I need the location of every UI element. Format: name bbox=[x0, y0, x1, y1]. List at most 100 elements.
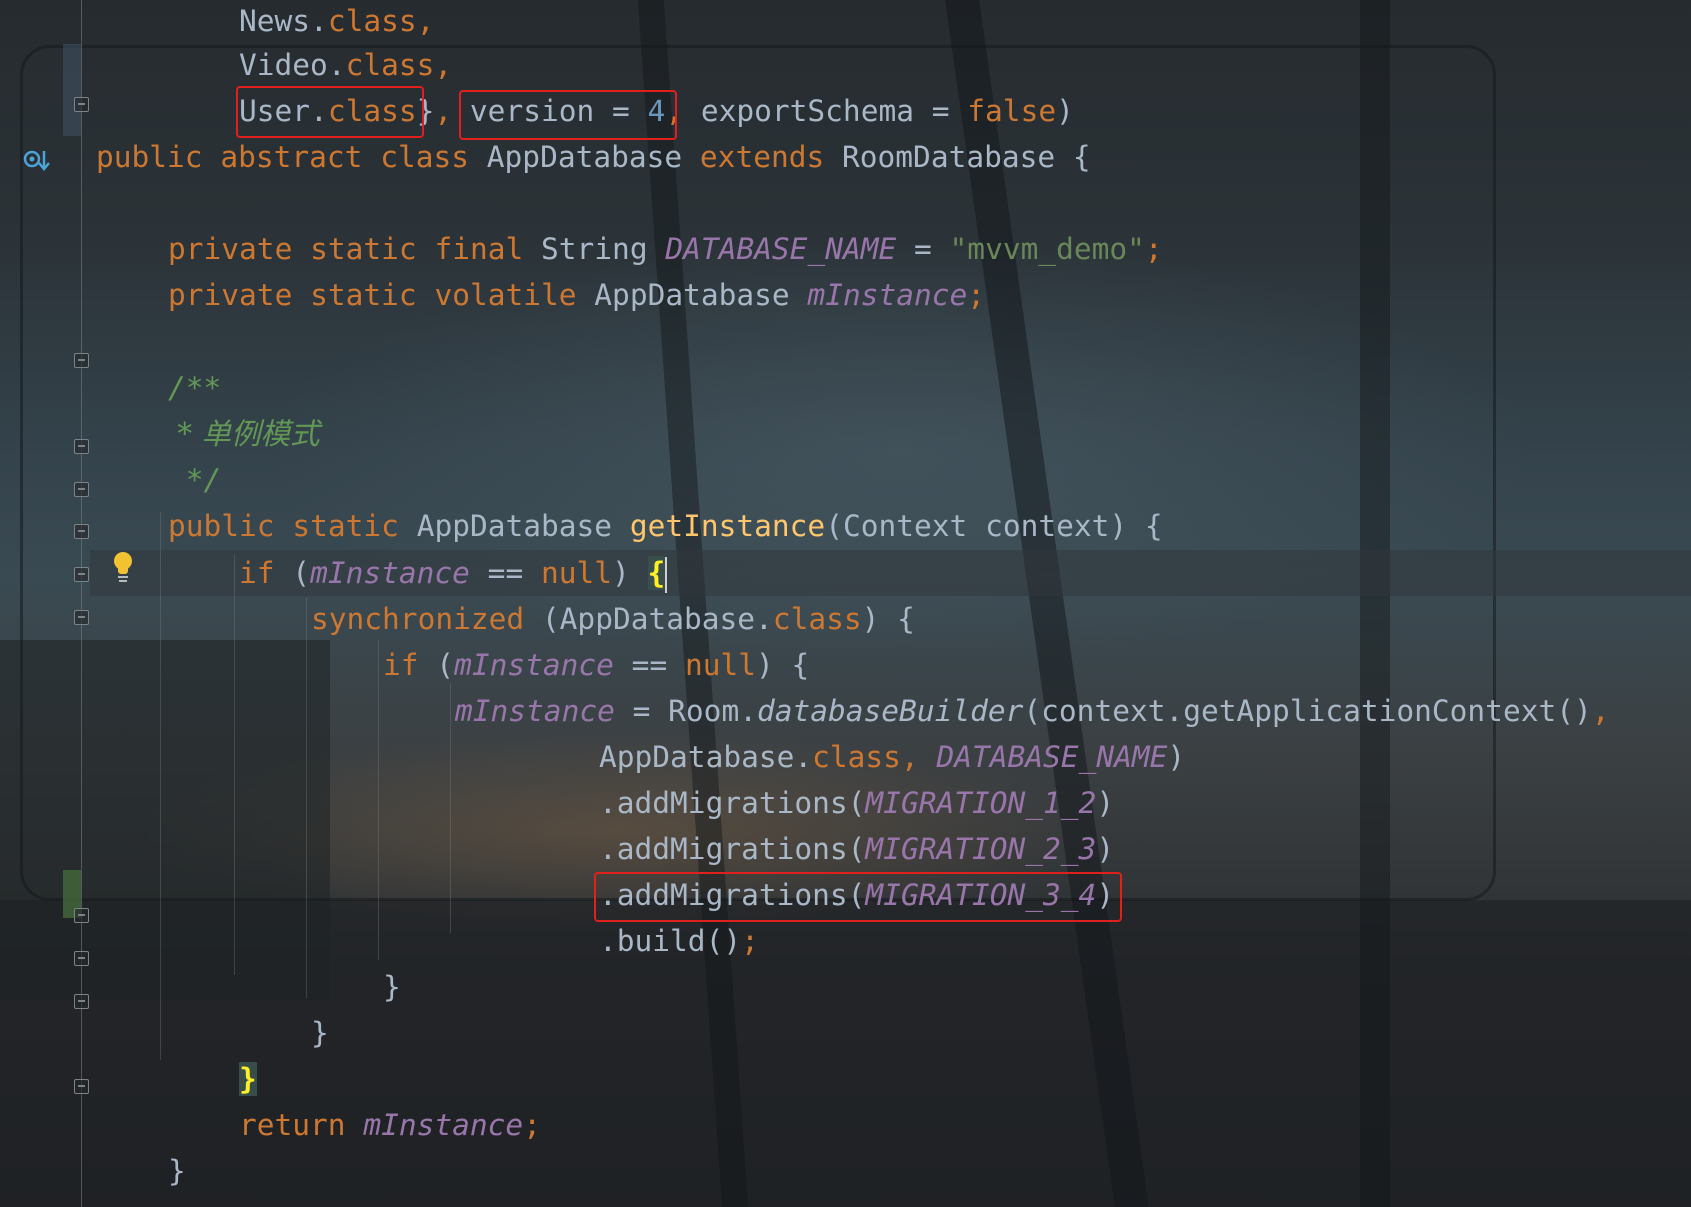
code-line[interactable]: if (mInstance == null) { bbox=[383, 642, 809, 688]
doc-comment-line[interactable]: */ bbox=[168, 457, 222, 503]
keyword: false bbox=[967, 94, 1057, 128]
annotation-box-version bbox=[459, 90, 677, 140]
class-ref: Room bbox=[668, 694, 740, 728]
method-call: getApplicationContext bbox=[1183, 694, 1557, 728]
type-ref: String bbox=[541, 232, 648, 266]
fold-marker-icon[interactable] bbox=[74, 97, 89, 112]
constant-field: DATABASE_NAME bbox=[665, 232, 897, 266]
annotation-box-migration-3-4 bbox=[594, 872, 1122, 922]
code-line[interactable]: .addMigrations(MIGRATION_2_3) bbox=[599, 826, 1114, 872]
indent-guide bbox=[160, 512, 161, 1060]
code-line[interactable]: private static final String DATABASE_NAM… bbox=[168, 226, 1163, 272]
type-ref: Context bbox=[842, 509, 968, 543]
fold-marker-icon[interactable] bbox=[74, 353, 89, 368]
parameter: context bbox=[985, 509, 1110, 543]
code-line-current[interactable]: if (mInstance == null) { bbox=[239, 550, 668, 596]
keyword: if bbox=[239, 556, 275, 590]
code-line[interactable]: return mInstance; bbox=[239, 1102, 541, 1148]
keyword: static bbox=[310, 232, 417, 266]
wallpaper-window-bar bbox=[1360, 0, 1390, 1207]
lightbulb-intention-icon[interactable] bbox=[112, 552, 134, 584]
class-ref: AppDatabase bbox=[559, 602, 756, 636]
keyword: null bbox=[684, 648, 757, 682]
code-line[interactable]: synchronized (AppDatabase.class) { bbox=[311, 596, 915, 642]
annotation-box-user-class bbox=[236, 86, 424, 138]
keyword: class bbox=[772, 602, 862, 636]
keyword: static bbox=[292, 509, 399, 543]
keyword: class bbox=[380, 140, 470, 174]
keyword: null bbox=[540, 556, 613, 590]
fold-marker-icon[interactable] bbox=[74, 439, 89, 454]
class-ref: News bbox=[239, 4, 311, 38]
indent-guide bbox=[306, 598, 307, 998]
code-line[interactable]: private static volatile AppDatabase mIns… bbox=[168, 272, 985, 318]
keyword: return bbox=[239, 1108, 346, 1142]
fold-marker-icon[interactable] bbox=[74, 482, 89, 497]
code-line[interactable]: AppDatabase.class, DATABASE_NAME) bbox=[599, 734, 1185, 780]
type-ref: AppDatabase bbox=[594, 278, 790, 312]
keyword: class bbox=[345, 48, 435, 82]
code-line[interactable]: Video.class, bbox=[239, 42, 452, 88]
doc-comment-line[interactable]: /** bbox=[168, 365, 221, 411]
method-name: getInstance bbox=[629, 509, 826, 543]
indent-guide bbox=[450, 683, 451, 933]
indent-guide bbox=[378, 640, 379, 960]
class-ref: Video bbox=[239, 48, 328, 82]
code-line[interactable]: .addMigrations(MIGRATION_1_2) bbox=[599, 780, 1114, 826]
parameter: context bbox=[1041, 694, 1166, 728]
code-line[interactable]: .build(); bbox=[599, 918, 759, 964]
keyword: if bbox=[383, 648, 419, 682]
keyword: synchronized bbox=[311, 602, 525, 636]
method-call: .addMigrations bbox=[599, 786, 848, 820]
code-line[interactable]: } bbox=[168, 1148, 186, 1194]
static-field: mInstance bbox=[454, 648, 614, 682]
method-call: .build bbox=[599, 924, 706, 958]
keyword: volatile bbox=[434, 278, 577, 312]
keyword: private bbox=[168, 278, 293, 312]
doc-comment: * 单例模式 bbox=[168, 417, 320, 451]
text-caret bbox=[665, 556, 668, 593]
wallpaper-window-bar bbox=[945, 0, 1149, 1207]
fold-marker-icon[interactable] bbox=[74, 1079, 89, 1094]
editor-gutter[interactable] bbox=[0, 0, 132, 1207]
keyword: extends bbox=[699, 140, 825, 174]
keyword: class bbox=[812, 740, 901, 774]
fold-marker-icon[interactable] bbox=[74, 951, 89, 966]
matched-brace: { bbox=[647, 556, 666, 590]
string-literal: "mvvm_demo" bbox=[949, 232, 1145, 266]
keyword: class bbox=[327, 4, 417, 38]
code-line[interactable]: public static AppDatabase getInstance(Co… bbox=[168, 503, 1163, 549]
keyword: public bbox=[168, 509, 275, 543]
fold-marker-icon[interactable] bbox=[74, 994, 89, 1009]
code-editor[interactable]: News.class, Video.class, User.class}, ve… bbox=[0, 0, 1691, 1207]
implemented-method-icon[interactable] bbox=[23, 148, 55, 174]
constant-field: MIGRATION_1_2 bbox=[865, 786, 1097, 820]
method-call: .addMigrations bbox=[599, 832, 848, 866]
class-ref: AppDatabase bbox=[599, 740, 795, 774]
code-line[interactable]: News.class, bbox=[239, 0, 434, 44]
indent-guide bbox=[234, 555, 235, 975]
code-line[interactable]: } bbox=[239, 1056, 257, 1102]
gutter-separator bbox=[81, 0, 82, 1207]
doc-comment: /** bbox=[168, 371, 222, 405]
static-field: mInstance bbox=[807, 278, 968, 312]
fold-marker-icon[interactable] bbox=[74, 610, 89, 625]
doc-comment: */ bbox=[168, 463, 222, 497]
vcs-modified-marker[interactable] bbox=[63, 44, 81, 136]
keyword: private bbox=[168, 232, 293, 266]
code-line[interactable]: mInstance = Room.databaseBuilder(context… bbox=[455, 688, 1610, 734]
doc-comment-line[interactable]: * 单例模式 bbox=[168, 411, 320, 457]
keyword: final bbox=[434, 232, 524, 266]
fold-marker-icon[interactable] bbox=[74, 567, 89, 582]
code-line[interactable]: public abstract class AppDatabase extend… bbox=[96, 134, 1091, 180]
fold-marker-icon[interactable] bbox=[74, 908, 89, 923]
keyword: static bbox=[310, 278, 417, 312]
code-line[interactable]: } bbox=[311, 1010, 329, 1056]
class-name: AppDatabase bbox=[486, 140, 683, 174]
code-line[interactable]: } bbox=[383, 964, 401, 1010]
matched-brace: } bbox=[239, 1062, 257, 1096]
keyword: abstract bbox=[220, 140, 363, 174]
type-ref: AppDatabase bbox=[416, 509, 613, 543]
static-field: mInstance bbox=[363, 1108, 524, 1142]
fold-marker-icon[interactable] bbox=[74, 524, 89, 539]
